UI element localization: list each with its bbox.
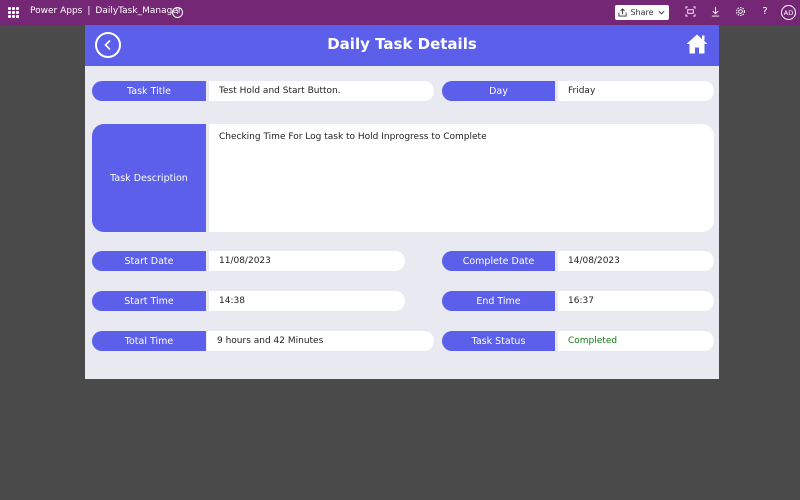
title-separator: | bbox=[87, 6, 91, 16]
complete-date-value: 14/08/2023 bbox=[558, 251, 714, 271]
info-icon[interactable]: i bbox=[172, 7, 183, 18]
end-time-label: End Time bbox=[442, 291, 555, 311]
day-value: Friday bbox=[558, 81, 714, 101]
product-name: Power Apps bbox=[30, 6, 83, 16]
waffle-icon[interactable] bbox=[8, 7, 19, 18]
app-title: Power Apps | DailyTask_Manager bbox=[30, 6, 182, 16]
share-icon bbox=[618, 8, 628, 17]
help-icon[interactable]: ? bbox=[759, 6, 771, 18]
start-date-value: 11/08/2023 bbox=[209, 251, 405, 271]
task-description-label: Task Description bbox=[92, 124, 206, 232]
share-button[interactable]: Share bbox=[615, 5, 669, 20]
task-status-label: Task Status bbox=[442, 331, 555, 351]
task-title-label: Task Title bbox=[92, 81, 206, 101]
total-time-value: 9 hours and 42 Minutes bbox=[207, 331, 434, 351]
start-date-label: Start Date bbox=[92, 251, 206, 271]
start-time-value: 14:38 bbox=[209, 291, 405, 311]
task-description-value: Checking Time For Log task to Hold Inpro… bbox=[209, 124, 714, 232]
start-time-label: Start Time bbox=[92, 291, 206, 311]
page-header: Daily Task Details bbox=[85, 25, 719, 66]
total-time-label: Total Time bbox=[92, 331, 206, 351]
task-status-value: Completed bbox=[558, 331, 714, 351]
app-name: DailyTask_Manager bbox=[95, 6, 182, 16]
powerapps-topbar: Power Apps | DailyTask_Manager i Share ? A… bbox=[0, 0, 800, 25]
app-canvas: Daily Task Details Task Title Test Hold … bbox=[85, 25, 719, 379]
day-label: Day bbox=[442, 81, 555, 101]
fit-screen-icon[interactable] bbox=[684, 6, 696, 18]
chevron-down-icon bbox=[658, 10, 665, 15]
task-title-value: Test Hold and Start Button. bbox=[209, 81, 434, 101]
home-button[interactable] bbox=[685, 33, 709, 55]
home-icon bbox=[686, 34, 708, 54]
avatar[interactable]: AD bbox=[781, 5, 796, 20]
complete-date-label: Complete Date bbox=[442, 251, 555, 271]
download-icon[interactable] bbox=[709, 6, 721, 18]
end-time-value: 16:37 bbox=[558, 291, 714, 311]
share-label: Share bbox=[630, 8, 654, 17]
settings-icon[interactable] bbox=[734, 6, 746, 18]
page-title: Daily Task Details bbox=[327, 35, 477, 53]
